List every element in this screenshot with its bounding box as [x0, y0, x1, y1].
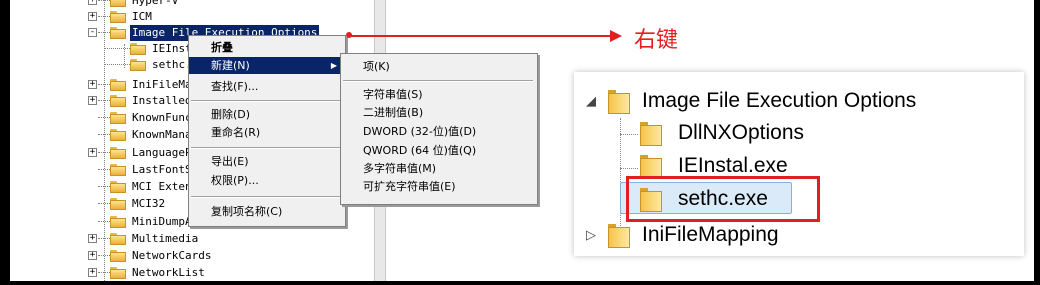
- zoomed-inset: ◢ Image File Execution Options DllNXOpti…: [574, 72, 1024, 256]
- menu-item-copy-key-name[interactable]: 复制项名称(C): [189, 203, 343, 220]
- menu-item-find[interactable]: 查找(F)...: [189, 78, 343, 95]
- folder-icon: [110, 216, 126, 228]
- menu-separator: [191, 100, 341, 102]
- submenu-item-string-value[interactable]: 字符串值(S): [341, 86, 535, 103]
- expand-icon[interactable]: +: [88, 96, 97, 105]
- menu-separator: [191, 196, 341, 198]
- submenu-item-qword-value[interactable]: QWORD (64 位)值(Q): [341, 142, 535, 159]
- folder-icon: [110, 250, 126, 262]
- folder-icon: [130, 43, 146, 55]
- context-menu: 折叠 新建(N) ▶ 查找(F)... 删除(D) 重命名(R) 导出(E) 权…: [188, 35, 346, 227]
- folder-icon: [110, 198, 126, 210]
- menu-item-rename[interactable]: 重命名(R): [189, 124, 343, 141]
- submenu-item-dword-value[interactable]: DWORD (32-位)值(D): [341, 123, 535, 140]
- folder-icon: [608, 224, 630, 248]
- new-submenu: 项(K) 字符串值(S) 二进制值(B) DWORD (32-位)值(D) QW…: [340, 53, 538, 205]
- menu-item-export[interactable]: 导出(E): [189, 153, 343, 170]
- tree-item-label: Hyper-V: [132, 0, 179, 7]
- submenu-item-binary-value[interactable]: 二进制值(B): [341, 104, 535, 121]
- menu-item-permissions[interactable]: 权限(P)...: [189, 172, 343, 189]
- submenu-item-multi-string-value[interactable]: 多字符串值(M): [341, 160, 535, 177]
- menu-separator: [191, 147, 341, 149]
- folder-icon: [640, 122, 662, 146]
- menu-item-collapse[interactable]: 折叠: [189, 39, 343, 56]
- tree-item-label: NetworkCards: [132, 249, 212, 262]
- menu-item-new[interactable]: 新建(N) ▶: [189, 57, 343, 74]
- tree-item-label: Multimedia: [132, 232, 199, 245]
- expanded-triangle-icon[interactable]: ◢: [586, 84, 596, 118]
- menu-item-new-label: 新建(N): [211, 59, 250, 72]
- inset-row-label: Image File Execution Options: [642, 89, 917, 112]
- annotation-arrow-line: [350, 35, 612, 37]
- highlight-box: [626, 176, 820, 222]
- folder-icon: [110, 233, 126, 245]
- folder-icon: [130, 59, 146, 71]
- menu-item-delete[interactable]: 删除(D): [189, 106, 343, 123]
- folder-icon: [110, 181, 126, 193]
- collapse-icon[interactable]: -: [88, 28, 97, 37]
- folder-icon: [110, 164, 126, 176]
- folder-open-icon: [110, 27, 126, 39]
- tree-item-label: ICM: [132, 10, 152, 23]
- tree-item-label: NetworkList: [132, 266, 205, 279]
- tree-item-label: MCI32: [132, 197, 166, 210]
- folder-icon: [110, 11, 126, 23]
- expand-icon[interactable]: +: [88, 0, 97, 5]
- submenu-item-key[interactable]: 项(K): [341, 58, 535, 75]
- folder-icon: [110, 112, 126, 124]
- submenu-arrow-icon: ▶: [330, 61, 337, 70]
- annotation-arrow-head-icon: [610, 30, 622, 42]
- folder-icon: [608, 90, 630, 114]
- annotation-label: 右键: [634, 28, 679, 53]
- submenu-item-expandable-string-value[interactable]: 可扩充字符串值(E): [341, 178, 535, 195]
- window-border-right: [1034, 0, 1040, 285]
- folder-icon: [110, 267, 126, 279]
- window-border-bottom: [0, 281, 1040, 285]
- folder-icon: [110, 147, 126, 159]
- expand-icon[interactable]: +: [88, 268, 97, 277]
- folder-icon: [110, 129, 126, 141]
- window-border-left: [0, 0, 10, 285]
- folder-icon: [110, 95, 126, 107]
- inset-row-label: IniFileMapping: [642, 223, 779, 246]
- folder-icon: [110, 79, 126, 91]
- inset-row-label: DllNXOptions: [678, 121, 805, 144]
- menu-separator: [343, 80, 533, 82]
- expand-icon[interactable]: +: [88, 12, 97, 21]
- folder-icon: [110, 0, 126, 7]
- expand-icon[interactable]: +: [88, 80, 97, 89]
- collapsed-triangle-icon[interactable]: ▷: [586, 218, 596, 252]
- expand-icon[interactable]: +: [88, 251, 97, 260]
- expand-icon[interactable]: +: [88, 148, 97, 157]
- expand-icon[interactable]: +: [88, 234, 97, 243]
